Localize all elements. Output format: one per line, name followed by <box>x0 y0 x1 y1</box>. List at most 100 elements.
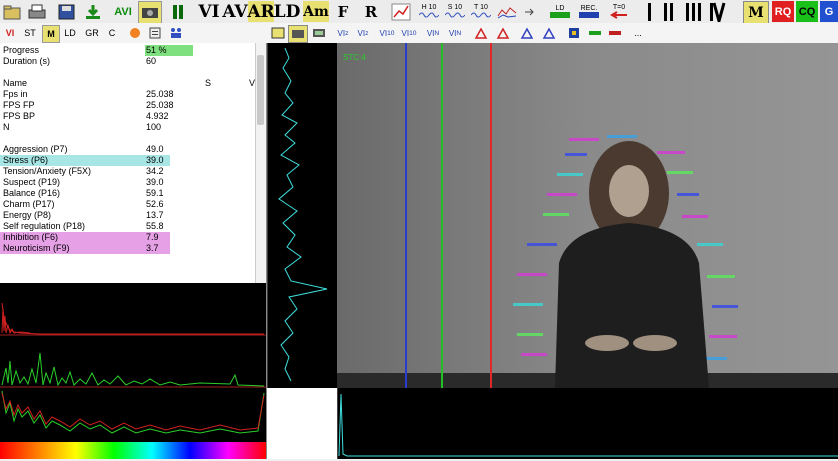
stats-row-value: 3.7 <box>146 243 159 253</box>
m-button[interactable]: M <box>743 1 769 24</box>
vi-z-icon[interactable]: VI z <box>334 25 352 41</box>
avi-button[interactable]: AVI <box>110 1 136 22</box>
cq-button[interactable]: CQ <box>796 1 818 22</box>
name-column-s: S <box>205 78 212 88</box>
chart-icon[interactable] <box>390 1 412 22</box>
g-button[interactable]: G <box>820 1 838 22</box>
open-folder-icon[interactable] <box>2 1 22 22</box>
stats-row: N 100 <box>0 122 250 133</box>
settings-icon[interactable] <box>148 25 162 41</box>
av-button[interactable]: AV <box>222 1 248 22</box>
blue-marker-line <box>405 43 407 388</box>
stats-row-label: Aggression (P7) <box>3 144 68 154</box>
graph-wave-icon[interactable] <box>496 1 518 22</box>
stats-row-value: 49.0 <box>146 144 164 154</box>
arrow-right-icon[interactable] <box>522 1 536 22</box>
stats-row-label: FPS FP <box>3 100 35 110</box>
vi-n-icon[interactable]: VI N <box>424 25 442 41</box>
green-dash-icon[interactable] <box>586 25 604 41</box>
stats-row: Balance (P16) 59.1 <box>0 188 250 199</box>
red-marker-line <box>490 43 492 388</box>
vi-10b-icon[interactable]: VI 10 <box>400 25 418 41</box>
stats-row-value: 7.9 <box>146 232 159 242</box>
ar-button[interactable]: AR <box>247 1 275 22</box>
tab-st[interactable]: ST <box>21 25 39 41</box>
h10-label: H 10 <box>421 4 437 11</box>
vi-n2-icon[interactable]: VI N <box>446 25 464 41</box>
ld-small-button[interactable]: LD <box>548 1 572 22</box>
stats-row: Name <box>0 78 250 89</box>
timeline-signal <box>336 388 838 459</box>
tool-icon-1[interactable] <box>270 25 286 41</box>
stats-row-label: Energy (P8) <box>3 210 52 220</box>
video-view[interactable]: STC:4 <box>337 43 838 388</box>
triangle-icon-1[interactable] <box>472 25 490 41</box>
wave-icon <box>471 12 491 18</box>
stats-row-label: Fps in <box>3 89 28 99</box>
spectrum-graphs <box>0 302 266 434</box>
tab-gr[interactable]: GR <box>82 25 102 41</box>
s10-button[interactable]: S 10 <box>444 1 466 22</box>
download-icon[interactable] <box>82 1 104 22</box>
stats-row: Inhibition (F6) 7.9 <box>0 232 170 243</box>
film-icon[interactable] <box>310 25 328 41</box>
rec-button[interactable]: REC. <box>576 1 602 22</box>
blank-panel <box>266 388 338 459</box>
red-dash-icon[interactable] <box>606 25 624 41</box>
stats-row-value: 59.1 <box>146 188 164 198</box>
t0-label: T=0 <box>612 4 626 11</box>
stats-row: Progress 51 % <box>0 45 250 56</box>
stats-row-label: Charm (P17) <box>3 199 55 209</box>
am-button[interactable]: Am <box>303 1 329 22</box>
stats-row <box>0 133 250 144</box>
f-button[interactable]: F <box>333 1 353 22</box>
vi-button[interactable]: VI <box>196 1 222 22</box>
stats-row-label: Balance (P16) <box>3 188 61 198</box>
wave-icon <box>419 12 439 18</box>
stats-row: Energy (P8) 13.7 <box>0 210 250 221</box>
vertical-bars-icon[interactable] <box>644 1 744 22</box>
stats-row: Self regulation (P18) 55.8 <box>0 221 250 232</box>
pause-icon[interactable] <box>168 1 188 22</box>
stats-row: Aggression (P7) 49.0 <box>0 144 250 155</box>
triangle-icon-2[interactable] <box>494 25 512 41</box>
people-icon[interactable] <box>168 25 184 41</box>
triangle-icon-3[interactable] <box>518 25 536 41</box>
stats-row-value: 4.932 <box>146 111 169 121</box>
tab-m[interactable]: M <box>42 25 60 43</box>
stats-row: Stress (P6) 39.0 <box>0 155 170 166</box>
color-square-icon[interactable] <box>566 25 582 41</box>
tab-vi[interactable]: VI <box>2 25 18 41</box>
h10-button[interactable]: H 10 <box>418 1 440 22</box>
save-disk-icon[interactable] <box>56 1 78 22</box>
ld-button[interactable]: LD <box>274 1 301 22</box>
stats-row-label: Neuroticism (F9) <box>3 243 70 253</box>
r-button[interactable]: R <box>361 1 381 22</box>
stats-panel: Progress 51 % Duration (s) 60 Name Fps in 25.0… <box>0 43 266 283</box>
stats-row-value: 25.038 <box>146 89 174 99</box>
rq-button[interactable]: RQ <box>772 1 794 22</box>
stats-scrollbar[interactable] <box>255 43 266 283</box>
stats-row-value: 51 % <box>146 45 167 55</box>
s10-label: S 10 <box>447 4 463 11</box>
tab-ld[interactable]: LD <box>61 25 79 41</box>
triangle-icon-4[interactable] <box>540 25 558 41</box>
scrollbar-thumb[interactable] <box>257 55 264 125</box>
stats-row: Tension/Anxiety (F5X) 34.2 <box>0 166 250 177</box>
stats-row-value: 39.0 <box>146 177 164 187</box>
vi-10-icon[interactable]: VI 10 <box>378 25 396 41</box>
vi-z2-icon[interactable]: VI z <box>354 25 372 41</box>
camera-icon[interactable] <box>138 1 162 24</box>
stats-row-value: 55.8 <box>146 221 164 231</box>
tab-c[interactable]: C <box>105 25 119 41</box>
reset-time-button[interactable]: T=0 <box>606 1 632 22</box>
stats-row-label: Tension/Anxiety (F5X) <box>3 166 92 176</box>
print-icon[interactable] <box>26 1 48 22</box>
stats-row-label: Inhibition (F6) <box>3 232 59 242</box>
stats-row-label: Stress (P6) <box>3 155 49 165</box>
record-icon[interactable] <box>128 25 142 41</box>
t10-button[interactable]: T 10 <box>470 1 492 22</box>
more-button[interactable]: ... <box>632 25 644 41</box>
stats-row-label: FPS BP <box>3 111 36 121</box>
video-frame-icon[interactable] <box>288 25 308 43</box>
